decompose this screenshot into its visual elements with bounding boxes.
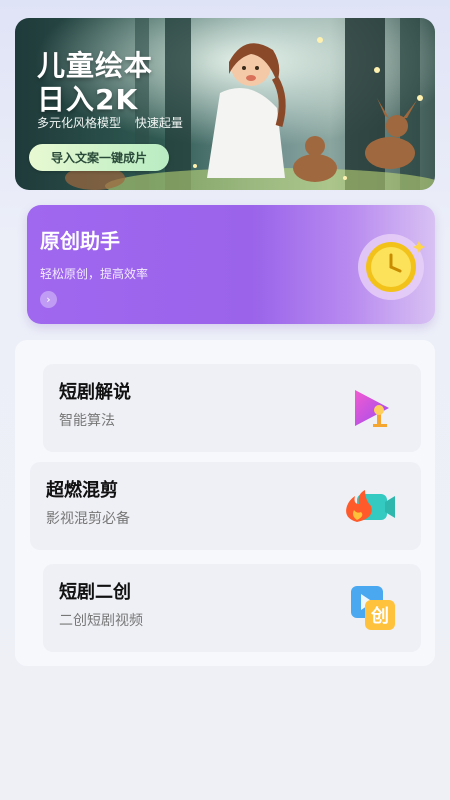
arrow-right-icon[interactable]: › <box>40 291 57 308</box>
tool-card-drama-commentary[interactable]: 短剧解说 智能算法 <box>43 364 421 452</box>
import-script-button[interactable]: 导入文案一键成片 <box>29 144 170 171</box>
fire-camera-icon <box>346 490 395 522</box>
tool-title: 超燃混剪 <box>46 480 118 501</box>
hero-title-line2: 日入2K <box>37 83 139 116</box>
tool-card-drama-remake[interactable]: 短剧二创 二创短剧视频 创 <box>43 564 421 652</box>
tool-card-hot-remix[interactable]: 超燃混剪 影视混剪必备 <box>30 462 421 550</box>
hero-subtitle: 多元化风格模型 快速起量 <box>37 116 183 130</box>
tool-subtitle: 影视混剪必备 <box>46 511 130 527</box>
tools-panel: 短剧解说 智能算法 超燃混剪 影视混剪必备 短剧二创 二创短剧视频 创 <box>15 340 435 666</box>
video-play-icon <box>355 390 389 427</box>
tool-subtitle: 智能算法 <box>59 413 115 429</box>
hero-banner[interactable]: 儿童绘本 日入2K 多元化风格模型 快速起量 导入文案一键成片 <box>15 18 435 190</box>
create-icon-text: 创 <box>370 605 389 627</box>
create-icon: 创 <box>351 586 395 630</box>
original-assistant-title: 原创助手 <box>40 229 120 253</box>
tool-subtitle: 二创短剧视频 <box>59 613 143 629</box>
tool-title: 短剧解说 <box>59 382 131 403</box>
clock-icon <box>358 234 425 300</box>
original-assistant-card[interactable]: 原创助手 轻松原创，提高效率 › <box>27 205 435 324</box>
original-assistant-subtitle: 轻松原创，提高效率 <box>40 267 149 281</box>
tool-title: 短剧二创 <box>59 582 131 603</box>
